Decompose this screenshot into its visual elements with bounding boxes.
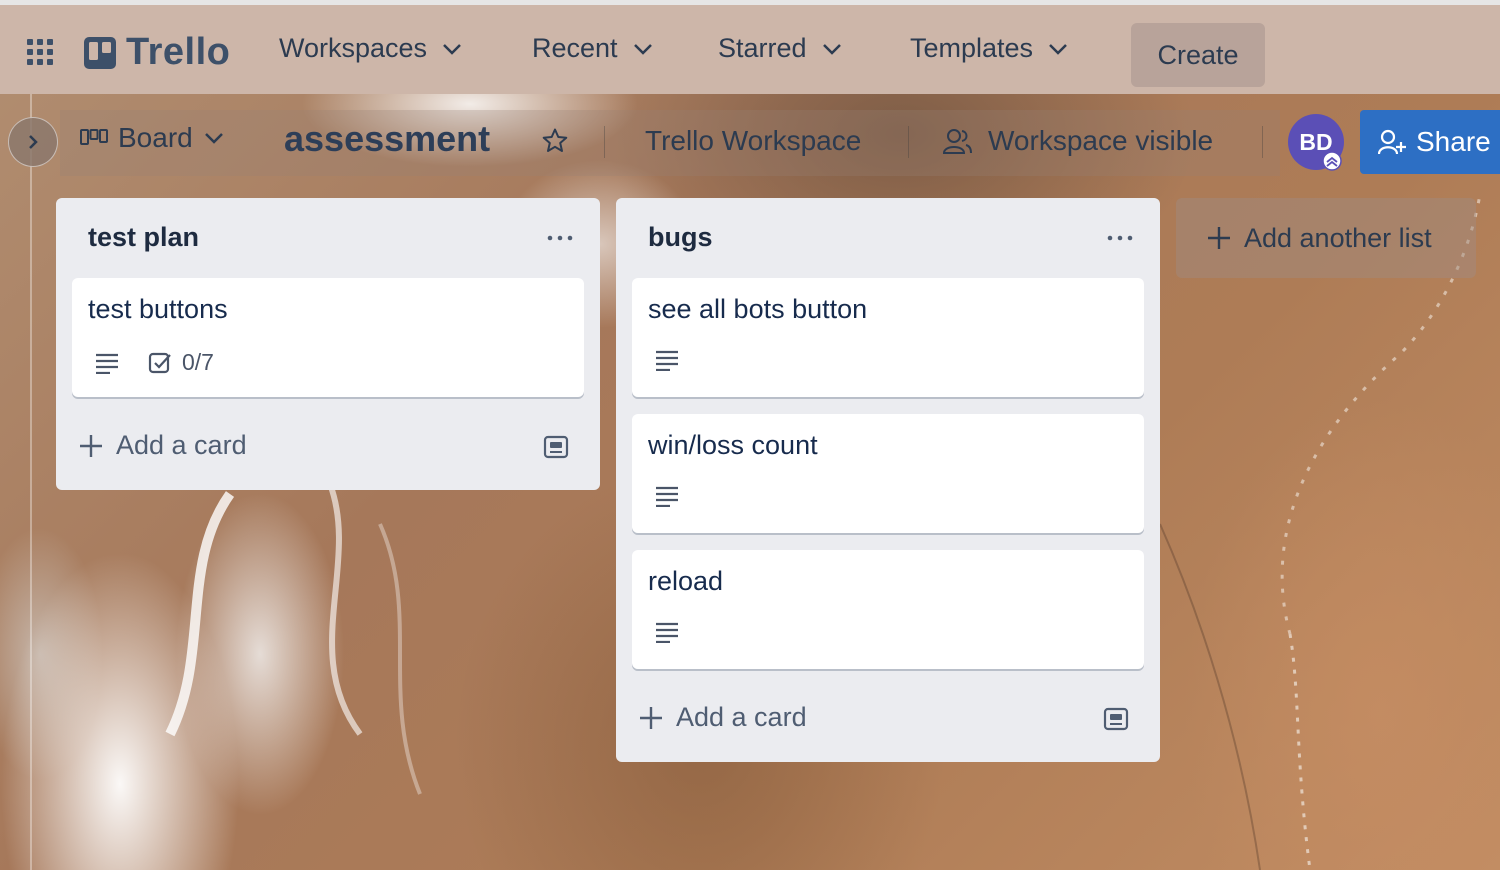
- chevron-down-icon: [1049, 43, 1067, 55]
- chevron-down-icon: [633, 43, 652, 55]
- header-divider: [604, 126, 605, 158]
- plus-icon: [80, 434, 102, 457]
- star-icon[interactable]: [541, 127, 569, 155]
- checklist-count: 0/7: [182, 349, 214, 375]
- description-icon: [656, 350, 678, 371]
- card-badges: 0/7: [94, 349, 214, 376]
- list-test-plan: test plan test buttons 0/7 Add a card: [56, 198, 600, 490]
- people-icon: [942, 129, 972, 154]
- expand-sidebar-button[interactable]: [8, 117, 58, 167]
- list-title[interactable]: test plan: [88, 222, 199, 253]
- recent-menu[interactable]: Recent: [532, 33, 654, 64]
- add-person-icon: [1378, 129, 1406, 155]
- share-label: Share: [1416, 126, 1491, 157]
- card-win-loss-count[interactable]: win/loss count: [632, 414, 1144, 533]
- starred-menu-label: Starred: [718, 33, 807, 63]
- visibility-label: Workspace visible: [988, 125, 1214, 156]
- card-badges: [654, 485, 680, 507]
- trello-logo-icon: [84, 36, 116, 69]
- card-badges: [654, 349, 680, 371]
- card-badges: [654, 621, 680, 643]
- more-options-icon[interactable]: [1106, 228, 1134, 248]
- workspaces-menu[interactable]: Workspaces: [279, 33, 463, 64]
- description-icon: [656, 486, 678, 507]
- add-card-button[interactable]: Add a card: [78, 430, 247, 461]
- description-icon: [96, 353, 118, 374]
- chevron-down-icon: [822, 43, 841, 55]
- trello-logo[interactable]: Trello: [84, 31, 230, 74]
- apps-grid-icon[interactable]: [26, 38, 54, 66]
- templates-menu-label: Templates: [910, 33, 1034, 63]
- checklist-badge: 0/7: [148, 349, 214, 376]
- add-list-button[interactable]: Add another list: [1176, 198, 1476, 278]
- workspaces-menu-label: Workspaces: [279, 33, 428, 63]
- create-button[interactable]: Create: [1131, 23, 1265, 87]
- sidebar-rail: [30, 94, 32, 870]
- add-card-label: Add a card: [116, 430, 247, 460]
- add-card-label: Add a card: [676, 702, 807, 732]
- chevron-down-icon: [443, 43, 461, 55]
- list-bugs: bugs see all bots button win/loss count …: [616, 198, 1160, 762]
- admin-badge-icon: [1322, 151, 1342, 171]
- card-title: test buttons: [88, 294, 228, 324]
- starred-menu[interactable]: Starred: [718, 33, 843, 64]
- recent-menu-label: Recent: [532, 33, 618, 63]
- board-view-switcher[interactable]: Board: [80, 122, 225, 154]
- board-title[interactable]: assessment: [284, 118, 490, 160]
- card-reload[interactable]: reload: [632, 550, 1144, 669]
- description-icon: [656, 622, 678, 643]
- add-list-label: Add another list: [1244, 222, 1432, 253]
- card-template-icon[interactable]: [1102, 706, 1130, 732]
- chevron-down-icon: [204, 133, 223, 144]
- board-view-label: Board: [118, 122, 193, 153]
- share-button[interactable]: Share: [1360, 110, 1500, 174]
- list-header: test plan: [56, 198, 600, 278]
- workspace-link[interactable]: Trello Workspace: [645, 125, 861, 157]
- card-test-buttons[interactable]: test buttons 0/7: [72, 278, 584, 397]
- list-title[interactable]: bugs: [648, 222, 713, 253]
- header-divider: [908, 126, 909, 158]
- checklist-icon: [148, 352, 171, 373]
- card-template-icon[interactable]: [542, 434, 570, 460]
- more-options-icon[interactable]: [546, 228, 574, 248]
- plus-icon: [640, 706, 662, 729]
- card-title: reload: [648, 566, 724, 596]
- card-title: see all bots button: [648, 294, 868, 324]
- card-title: win/loss count: [648, 430, 818, 460]
- chevron-right-icon: [29, 135, 38, 149]
- logo-text: Trello: [126, 31, 231, 73]
- list-header: bugs: [616, 198, 1160, 278]
- visibility-button[interactable]: Workspace visible: [942, 125, 1213, 157]
- top-nav-bar: Trello Workspaces Recent Starred Templat…: [0, 0, 1500, 94]
- templates-menu[interactable]: Templates: [910, 33, 1069, 64]
- card-see-all-bots-button[interactable]: see all bots button: [632, 278, 1144, 397]
- plus-icon: [1208, 227, 1230, 249]
- add-card-button[interactable]: Add a card: [638, 702, 807, 733]
- board-view-icon: [80, 129, 108, 145]
- header-divider: [1262, 126, 1263, 158]
